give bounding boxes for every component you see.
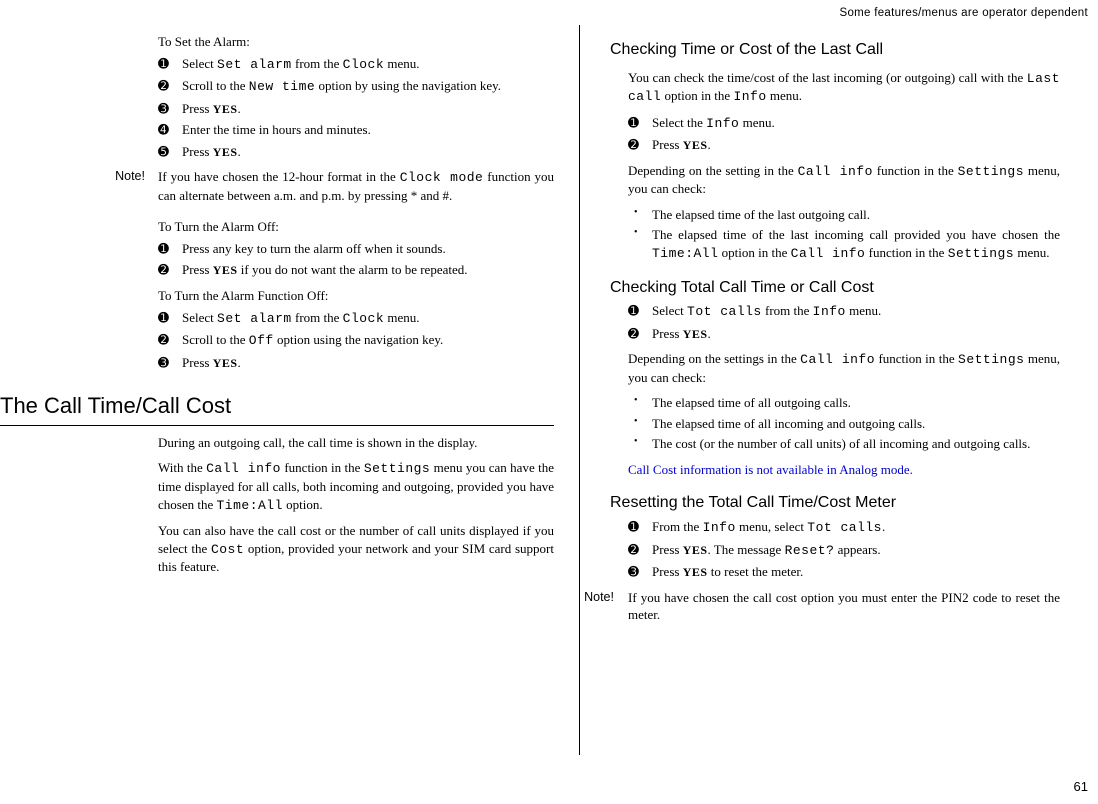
subsection-check-last: Checking Time or Cost of the Last Call xyxy=(610,39,1060,61)
text: Press xyxy=(652,137,683,152)
text: . xyxy=(238,101,241,116)
text: menu. xyxy=(384,310,419,325)
subsection-reset: Resetting the Total Call Time/Cost Meter xyxy=(610,492,1060,514)
page-number: 61 xyxy=(1074,778,1088,796)
list-item: The elapsed time of the last incoming ca… xyxy=(628,226,1060,262)
text: Press xyxy=(182,355,213,370)
lcd-text: Tot calls xyxy=(807,520,882,535)
note-text: If you have chosen the 12-hour format in… xyxy=(158,168,554,204)
lcd-text: Tot calls xyxy=(687,304,762,319)
text: Press xyxy=(652,564,683,579)
keycap: YES xyxy=(213,102,238,116)
text: Press any key to turn the alarm off when… xyxy=(182,241,446,256)
text: Select the xyxy=(652,115,706,130)
note-label: Note! xyxy=(568,589,614,606)
text: option by using the navigation key. xyxy=(315,78,501,93)
keycap: YES xyxy=(683,138,708,152)
text: Scroll to the xyxy=(182,78,249,93)
keycap: YES xyxy=(213,145,238,159)
text: . xyxy=(882,519,885,534)
check-last-bullets: The elapsed time of the last outgoing ca… xyxy=(628,206,1060,263)
keycap: YES xyxy=(213,356,238,370)
lcd-text: Off xyxy=(249,333,274,348)
paragraph: During an outgoing call, the call time i… xyxy=(158,434,554,452)
text: Scroll to the xyxy=(182,332,249,347)
lcd-text: Clock xyxy=(343,57,385,72)
list-item: The elapsed time of the last outgoing ca… xyxy=(628,206,1060,224)
note-label: Note! xyxy=(25,168,145,185)
text: from the xyxy=(292,310,343,325)
lcd-text: Info xyxy=(813,304,846,319)
lcd-text: Info xyxy=(703,520,736,535)
lcd-text: Info xyxy=(706,116,739,131)
text: option using the navigation key. xyxy=(274,332,444,347)
paragraph: You can check the time/cost of the last … xyxy=(628,69,1060,106)
check-last-steps: ➊Select the Info menu. ➋Press YES. xyxy=(628,114,1060,154)
alarm-func-off-heading: To Turn the Alarm Function Off: xyxy=(158,287,554,305)
text: menu, select xyxy=(736,519,807,534)
header-note: Some features/menus are operator depende… xyxy=(839,6,1088,22)
paragraph: Depending on the settings in the Call in… xyxy=(628,350,1060,386)
text: menu. xyxy=(739,115,774,130)
reset-steps: ➊From the Info menu, select Tot calls. ➋… xyxy=(628,518,1060,581)
text: from the xyxy=(762,303,813,318)
lcd-text: Clock xyxy=(343,311,385,326)
text: Select xyxy=(182,310,217,325)
text: . xyxy=(708,137,711,152)
text: if you do not want the alarm to be repea… xyxy=(238,262,468,277)
set-alarm-heading: To Set the Alarm: xyxy=(158,33,554,51)
keycap: YES xyxy=(213,263,238,277)
text: . xyxy=(238,144,241,159)
lcd-text: New time xyxy=(249,79,315,94)
lcd-text: Reset? xyxy=(785,543,835,558)
lcd-text: Set alarm xyxy=(217,311,292,326)
paragraph: With the Call info function in the Setti… xyxy=(158,459,554,514)
text: Press xyxy=(182,262,213,277)
check-total-steps: ➊Select Tot calls from the Info menu. ➋P… xyxy=(628,302,1060,342)
list-item: The elapsed time of all outgoing calls. xyxy=(628,394,1060,412)
text: menu. xyxy=(384,56,419,71)
alarm-off-heading: To Turn the Alarm Off: xyxy=(158,218,554,236)
text: appears. xyxy=(834,542,880,557)
set-alarm-steps: ➊Select Set alarm from the Clock menu. ➋… xyxy=(158,55,554,161)
text: from the xyxy=(292,56,343,71)
lcd-text: Set alarm xyxy=(217,57,292,72)
text: From the xyxy=(652,519,703,534)
alarm-func-off-steps: ➊Select Set alarm from the Clock menu. ➋… xyxy=(158,309,554,372)
text: Select xyxy=(182,56,217,71)
left-column: To Set the Alarm: ➊Select Set alarm from… xyxy=(0,25,580,755)
check-total-bullets: The elapsed time of all outgoing calls. … xyxy=(628,394,1060,453)
list-item: The cost (or the number of call units) o… xyxy=(628,435,1060,453)
text: menu. xyxy=(846,303,881,318)
paragraph: Depending on the setting in the Call inf… xyxy=(628,162,1060,198)
analog-mode-note: Call Cost information is not available i… xyxy=(628,461,1060,479)
text: Press xyxy=(182,144,213,159)
subsection-check-total: Checking Total Call Time or Call Cost xyxy=(610,277,1060,299)
text: Press xyxy=(652,326,683,341)
text: Enter the time in hours and minutes. xyxy=(182,122,371,137)
alarm-off-steps: ➊Press any key to turn the alarm off whe… xyxy=(158,240,554,279)
keycap: YES xyxy=(683,565,708,579)
note-text: If you have chosen the call cost option … xyxy=(628,589,1060,624)
text: . xyxy=(708,326,711,341)
text: . The message xyxy=(708,542,785,557)
paragraph: You can also have the call cost or the n… xyxy=(158,522,554,576)
text: Press xyxy=(182,101,213,116)
page-content: To Set the Alarm: ➊Select Set alarm from… xyxy=(0,0,1098,760)
keycap: YES xyxy=(683,543,708,557)
text: to reset the meter. xyxy=(708,564,804,579)
list-item: The elapsed time of all incoming and out… xyxy=(628,415,1060,433)
keycap: YES xyxy=(683,327,708,341)
text: Select xyxy=(652,303,687,318)
right-column: Checking Time or Cost of the Last Call Y… xyxy=(580,25,1070,755)
section-call-time-cost: The Call Time/Call Cost xyxy=(0,391,554,426)
text: Press xyxy=(652,542,683,557)
text: . xyxy=(238,355,241,370)
